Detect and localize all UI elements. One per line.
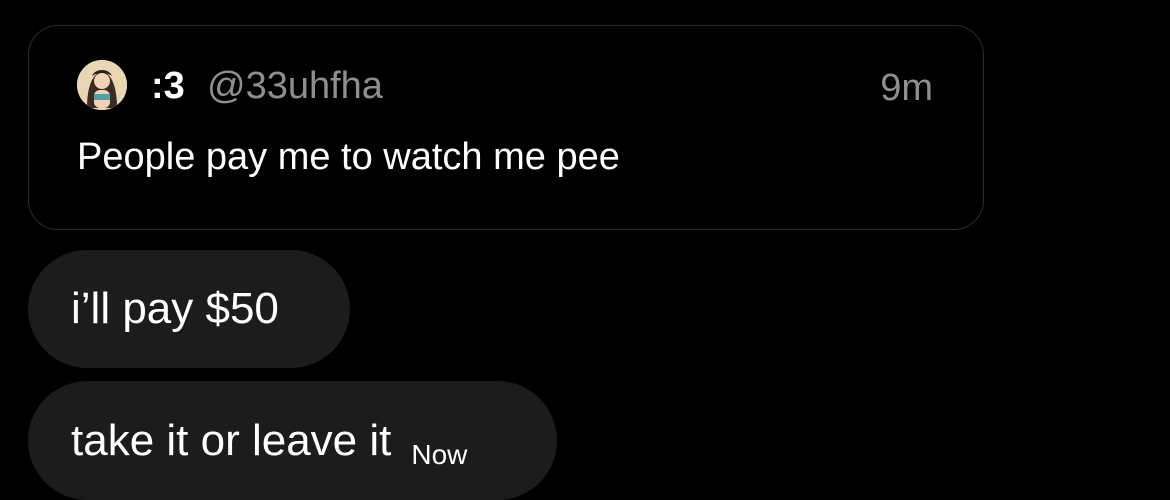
message-bubble[interactable]: take it or leave it Now	[28, 381, 557, 500]
post-timestamp: 9m	[880, 67, 933, 109]
display-name: :3	[151, 65, 185, 107]
post-text: People pay me to watch me pee	[77, 136, 620, 178]
avatar[interactable]	[77, 60, 127, 110]
message-timestamp: Now	[411, 438, 468, 470]
quoted-post-card[interactable]: :3 @33uhfha 9m People pay me to watch me…	[28, 25, 984, 230]
user-handle: @33uhfha	[207, 65, 383, 107]
message-text: take it or leave it	[71, 415, 392, 465]
message-bubble[interactable]: i’ll pay $50	[28, 250, 350, 368]
profile-avatar-icon	[77, 60, 127, 110]
message-text: i’ll pay $50	[71, 284, 279, 333]
